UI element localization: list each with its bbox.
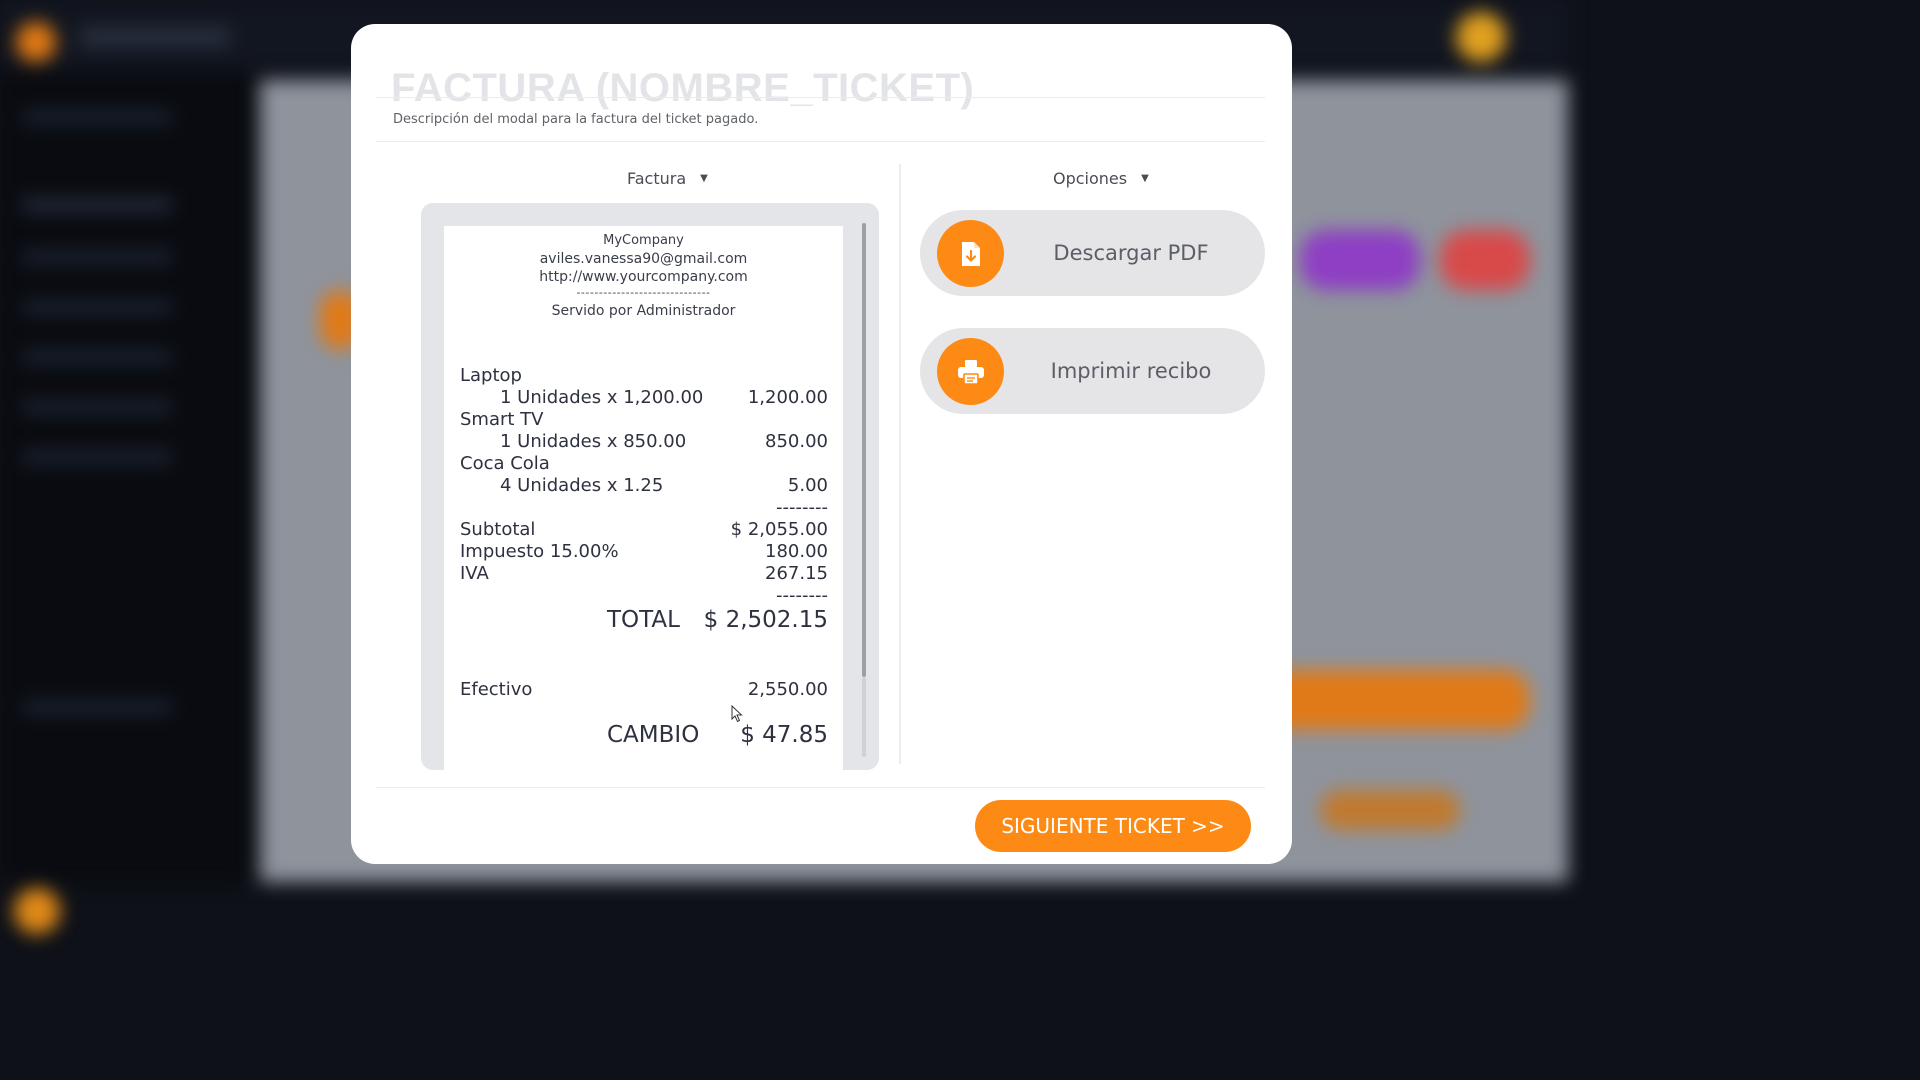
item-detail: 1 Unidades x 850.00 — [500, 431, 687, 452]
title-divider — [376, 97, 1265, 98]
background-avatar — [1456, 12, 1506, 62]
receipt-subtotal: Subtotal $ 2,055.00 — [460, 519, 828, 543]
receipt-dashes: -------- — [460, 497, 828, 521]
receipt-paper: MyCompany aviles.vanessa90@gmail.com htt… — [444, 226, 843, 770]
download-pdf-label: Descargar PDF — [1053, 241, 1209, 265]
tax-label: Impuesto 15.00% — [460, 541, 619, 562]
panel-divider — [899, 164, 901, 764]
download-pdf-button[interactable]: Descargar PDF — [920, 210, 1265, 296]
receipt-item-name: Laptop — [460, 365, 828, 389]
receipt-item-detail: 1 Unidades x 1,200.00 1,200.00 — [460, 387, 828, 411]
receipt-website: http://www.yourcompany.com — [539, 269, 748, 285]
print-icon-circle — [937, 338, 1004, 405]
invoice-panel-header[interactable]: Factura ▼ — [627, 169, 708, 188]
background-sidebar-item — [22, 110, 172, 124]
receipt-tax: Impuesto 15.00% 180.00 — [460, 541, 828, 565]
receipt-item-name: Coca Cola — [460, 453, 828, 477]
background-logo — [16, 22, 56, 62]
mouse-cursor-icon — [731, 705, 743, 723]
cash-value: 2,550.00 — [747, 679, 828, 700]
background-red-button — [1440, 230, 1530, 290]
item-amount: 5.00 — [787, 475, 828, 496]
iva-value: 267.15 — [765, 563, 828, 584]
dashes-line: -------- — [776, 585, 828, 606]
iva-label: IVA — [460, 563, 489, 584]
print-receipt-label: Imprimir recibo — [1050, 359, 1212, 383]
receipt-change: CAMBIO $ 47.85 — [460, 722, 828, 752]
subtotal-value: $ 2,055.00 — [730, 519, 828, 540]
dashes-line: -------- — [776, 497, 828, 518]
item-detail: 1 Unidades x 1,200.00 — [500, 387, 704, 408]
cash-label: Efectivo — [460, 679, 533, 700]
receipt-email: aviles.vanessa90@gmail.com — [539, 251, 748, 267]
item-name: Coca Cola — [460, 453, 550, 474]
background-user-avatar — [14, 888, 60, 934]
background-sidebar-item — [22, 400, 172, 414]
description-divider — [376, 141, 1265, 142]
item-name: Smart TV — [460, 409, 544, 430]
receipt-scrollbar-thumb[interactable] — [862, 223, 866, 677]
total-label: TOTAL — [607, 607, 680, 633]
background-orange-chip — [1320, 790, 1460, 830]
receipt-total: TOTAL $ 2,502.15 — [460, 607, 828, 637]
invoice-panel-title: Factura — [627, 169, 687, 188]
caret-down-icon: ▼ — [700, 173, 708, 184]
total-value: $ 2,502.15 — [703, 607, 828, 633]
background-sidebar-item — [22, 250, 172, 264]
receipt-cash: Efectivo 2,550.00 — [460, 679, 828, 703]
background-sidebar-item — [22, 700, 172, 714]
item-amount: 850.00 — [765, 431, 828, 452]
tax-value: 180.00 — [765, 541, 828, 562]
print-receipt-button[interactable]: Imprimir recibo — [920, 328, 1265, 414]
change-value: $ 47.85 — [740, 722, 828, 748]
background-brand — [80, 28, 230, 46]
background-sidebar-item — [22, 450, 172, 464]
invoice-modal: FACTURA (NOMBRE_TICKET) Descripción del … — [351, 24, 1292, 864]
item-detail: 4 Unidades x 1.25 — [500, 475, 664, 496]
receipt-viewer: MyCompany aviles.vanessa90@gmail.com htt… — [421, 203, 879, 770]
receipt-scrollbar-track[interactable] — [862, 677, 866, 757]
modal-description: Descripción del modal para la factura de… — [393, 112, 759, 127]
receipt-served-by: Servido por Administrador — [551, 303, 736, 319]
receipt-item-detail: 4 Unidades x 1.25 5.00 — [460, 475, 828, 499]
item-name: Laptop — [460, 365, 522, 386]
background-orange-bar — [1260, 670, 1530, 730]
caret-down-icon: ▼ — [1141, 173, 1149, 184]
receipt-item-name: Smart TV — [460, 409, 828, 433]
options-panel-header[interactable]: Opciones ▼ — [1053, 169, 1149, 188]
footer-divider — [376, 787, 1265, 788]
background-sidebar-item — [22, 198, 172, 212]
receipt-dashes: -------- — [460, 585, 828, 609]
download-icon-circle — [937, 220, 1004, 287]
background-sidebar-item — [22, 350, 172, 364]
printer-icon — [957, 359, 984, 385]
item-amount: 1,200.00 — [747, 387, 828, 408]
receipt-header-separator: ------------------------------ — [576, 286, 711, 299]
background-purple-button — [1300, 230, 1420, 290]
file-download-icon — [961, 241, 980, 266]
background-sidebar-item — [22, 300, 172, 314]
modal-title: FACTURA (NOMBRE_TICKET) — [391, 66, 975, 110]
change-label: CAMBIO — [607, 722, 700, 748]
receipt-item-detail: 1 Unidades x 850.00 850.00 — [460, 431, 828, 455]
subtotal-label: Subtotal — [460, 519, 536, 540]
receipt-company: MyCompany — [603, 233, 684, 248]
receipt-iva: IVA 267.15 — [460, 563, 828, 587]
next-ticket-button[interactable]: SIGUIENTE TICKET >> — [975, 800, 1251, 852]
options-panel-title: Opciones — [1053, 169, 1128, 188]
background-sidebar — [0, 70, 250, 934]
